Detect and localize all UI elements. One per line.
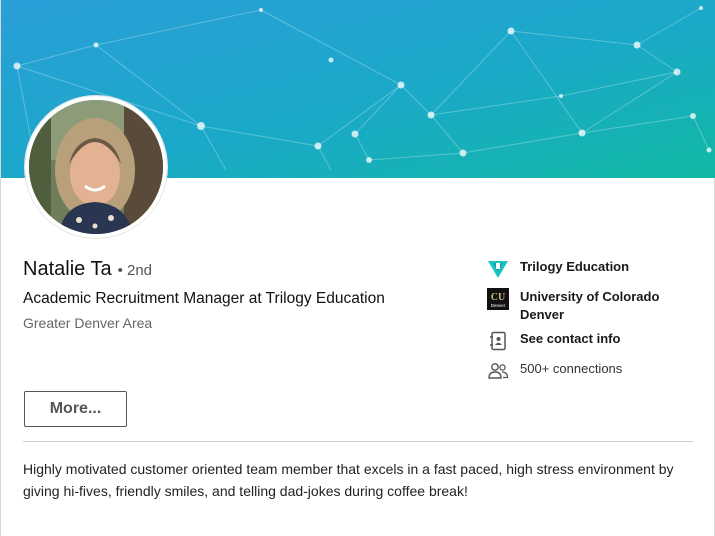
profile-card: Natalie Ta • 2nd Academic Recruitment Ma… bbox=[0, 0, 715, 536]
contact-info-label: See contact info bbox=[520, 331, 621, 346]
connections-item[interactable]: 500+ connections bbox=[487, 360, 622, 382]
people-icon bbox=[487, 360, 509, 382]
name-row: Natalie Ta • 2nd bbox=[23, 258, 152, 281]
svg-text:CU: CU bbox=[491, 292, 505, 303]
profile-summary: Highly motivated customer oriented team … bbox=[23, 461, 674, 499]
connection-degree: • 2nd bbox=[117, 262, 153, 279]
section-divider bbox=[23, 441, 693, 442]
current-company-link[interactable]: Trilogy Education bbox=[487, 258, 629, 280]
school-logo-text: Denver bbox=[491, 303, 506, 308]
education-name: University of Colorado Denver bbox=[520, 289, 660, 322]
profile-headline: Academic Recruitment Manager at Trilogy … bbox=[23, 290, 385, 307]
current-company-name: Trilogy Education bbox=[520, 259, 630, 274]
address-book-icon bbox=[487, 330, 509, 352]
profile-location: Greater Denver Area bbox=[23, 315, 153, 331]
cu-denver-logo-icon: CU Denver bbox=[487, 288, 509, 310]
connections-count: 500+ connections bbox=[520, 361, 623, 376]
trilogy-logo-icon bbox=[487, 258, 509, 280]
education-link[interactable]: CU Denver University of Colorado Denver bbox=[487, 288, 680, 324]
profile-name: Natalie Ta bbox=[23, 258, 112, 280]
contact-info-link[interactable]: See contact info bbox=[487, 330, 620, 352]
more-button[interactable]: More... bbox=[24, 391, 127, 427]
profile-photo[interactable] bbox=[25, 96, 167, 238]
profile-photo-image bbox=[29, 100, 163, 234]
